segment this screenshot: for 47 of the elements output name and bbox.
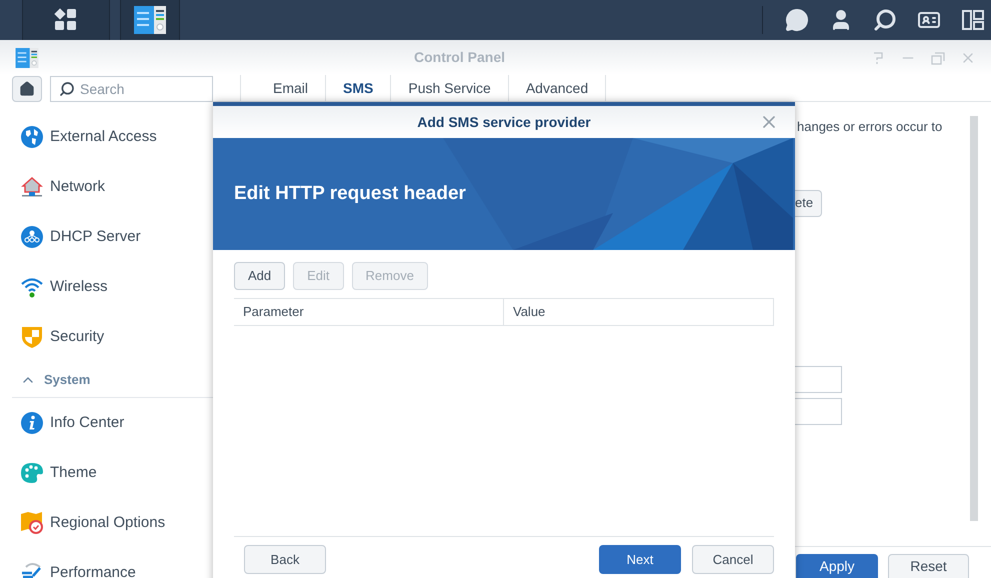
info-icon [20,411,44,435]
column-header[interactable]: Value [504,299,774,325]
map-clock-icon [20,511,44,535]
reset-button[interactable]: Reset [888,554,969,578]
globe-icon [20,125,44,149]
main-menu-button[interactable] [22,0,110,40]
sidebar-item[interactable]: Regional Options [12,498,213,548]
home-icon [19,80,35,96]
search-field[interactable]: Search [50,76,213,102]
widgets-icon [961,8,985,32]
partial-button[interactable]: ete [795,190,822,216]
sidebar-item[interactable]: Network [12,162,213,212]
footer-button[interactable]: Cancel [692,545,774,574]
apply-button[interactable]: Apply [796,554,878,578]
sidebar-item[interactable]: Info Center [12,398,213,448]
chat-icon [785,8,809,32]
house-network-icon [20,175,44,199]
chat-button[interactable] [783,6,811,34]
footer-button[interactable]: Next [599,545,681,574]
tab[interactable]: Email [256,75,326,101]
sidebar-item[interactable]: DHCP Server [12,212,213,262]
column-header[interactable]: Parameter [234,299,504,325]
toolbar-button[interactable]: Add [234,262,286,290]
control-panel-taskbar-button[interactable] [120,0,180,40]
search-icon [59,80,75,96]
sidebar-item[interactable]: Theme [12,448,213,498]
sidebar-item[interactable]: Performance [12,548,213,578]
palette-icon [20,461,44,485]
tab[interactable]: SMS [326,75,392,101]
dialog-title: Add SMS service provider [417,112,591,132]
dialog-heading: Edit HTTP request header [234,182,466,206]
home-button[interactable] [12,76,42,102]
sidebar-item[interactable]: External Access [12,112,213,162]
sidebar-item[interactable]: Wireless [12,262,213,312]
gauge-icon [20,561,44,578]
control-panel-icon [15,48,39,68]
shield-icon [20,325,44,349]
description-text: hanges or errors occur to [796,118,944,136]
search-icon [873,8,897,32]
tab[interactable]: Push Service [391,75,509,101]
footer-button[interactable]: Back [244,545,326,574]
app-grid-icon [54,8,78,32]
control-panel-icon [134,6,166,34]
sidebar-item[interactable]: Security [12,312,213,362]
window-title: Control Panel [412,48,506,67]
network-nodes-icon [20,225,44,249]
tab[interactable]: Advanced [508,75,606,101]
